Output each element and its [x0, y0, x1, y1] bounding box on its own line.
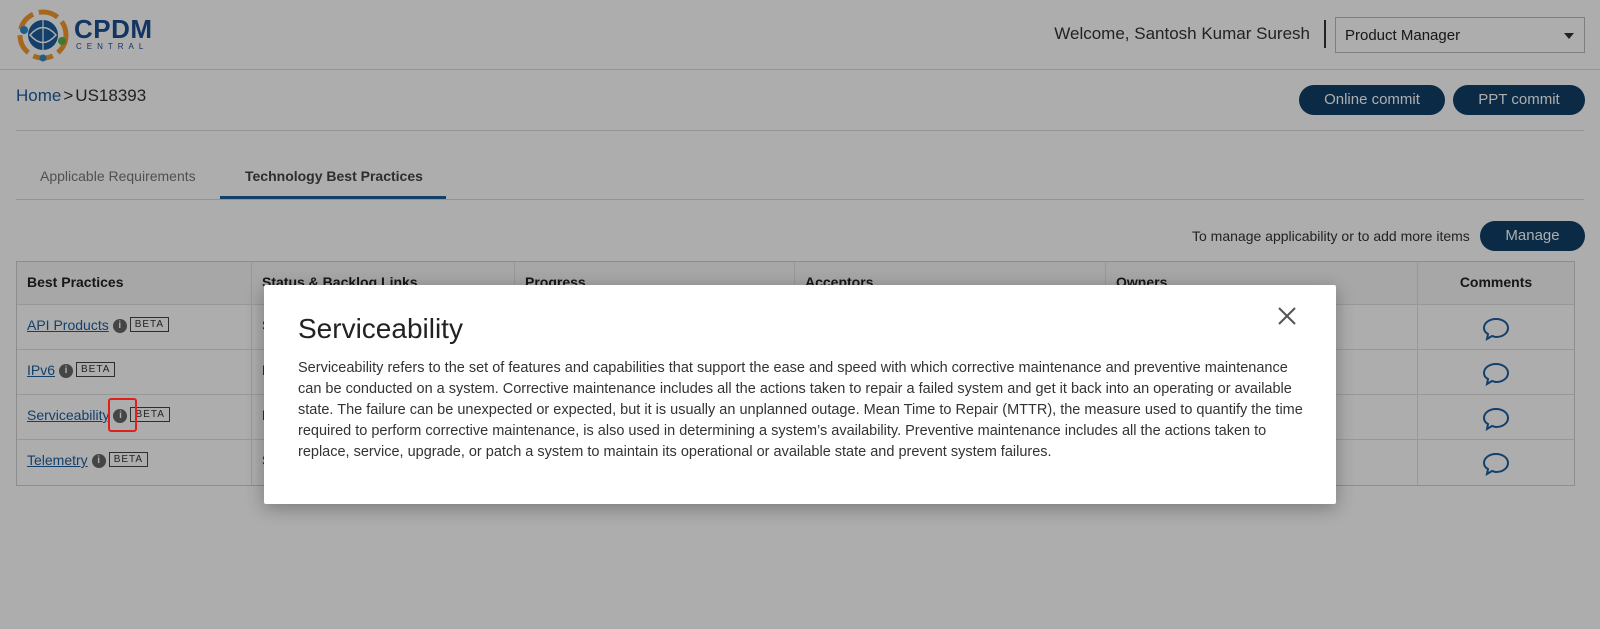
modal-description: Serviceability refers to the set of feat…	[298, 360, 1303, 460]
modal-title: Serviceability	[298, 313, 463, 344]
close-icon[interactable]	[1271, 300, 1303, 332]
info-modal: Serviceability Serviceability refers to …	[264, 285, 1336, 504]
highlight-annotation	[108, 398, 137, 432]
